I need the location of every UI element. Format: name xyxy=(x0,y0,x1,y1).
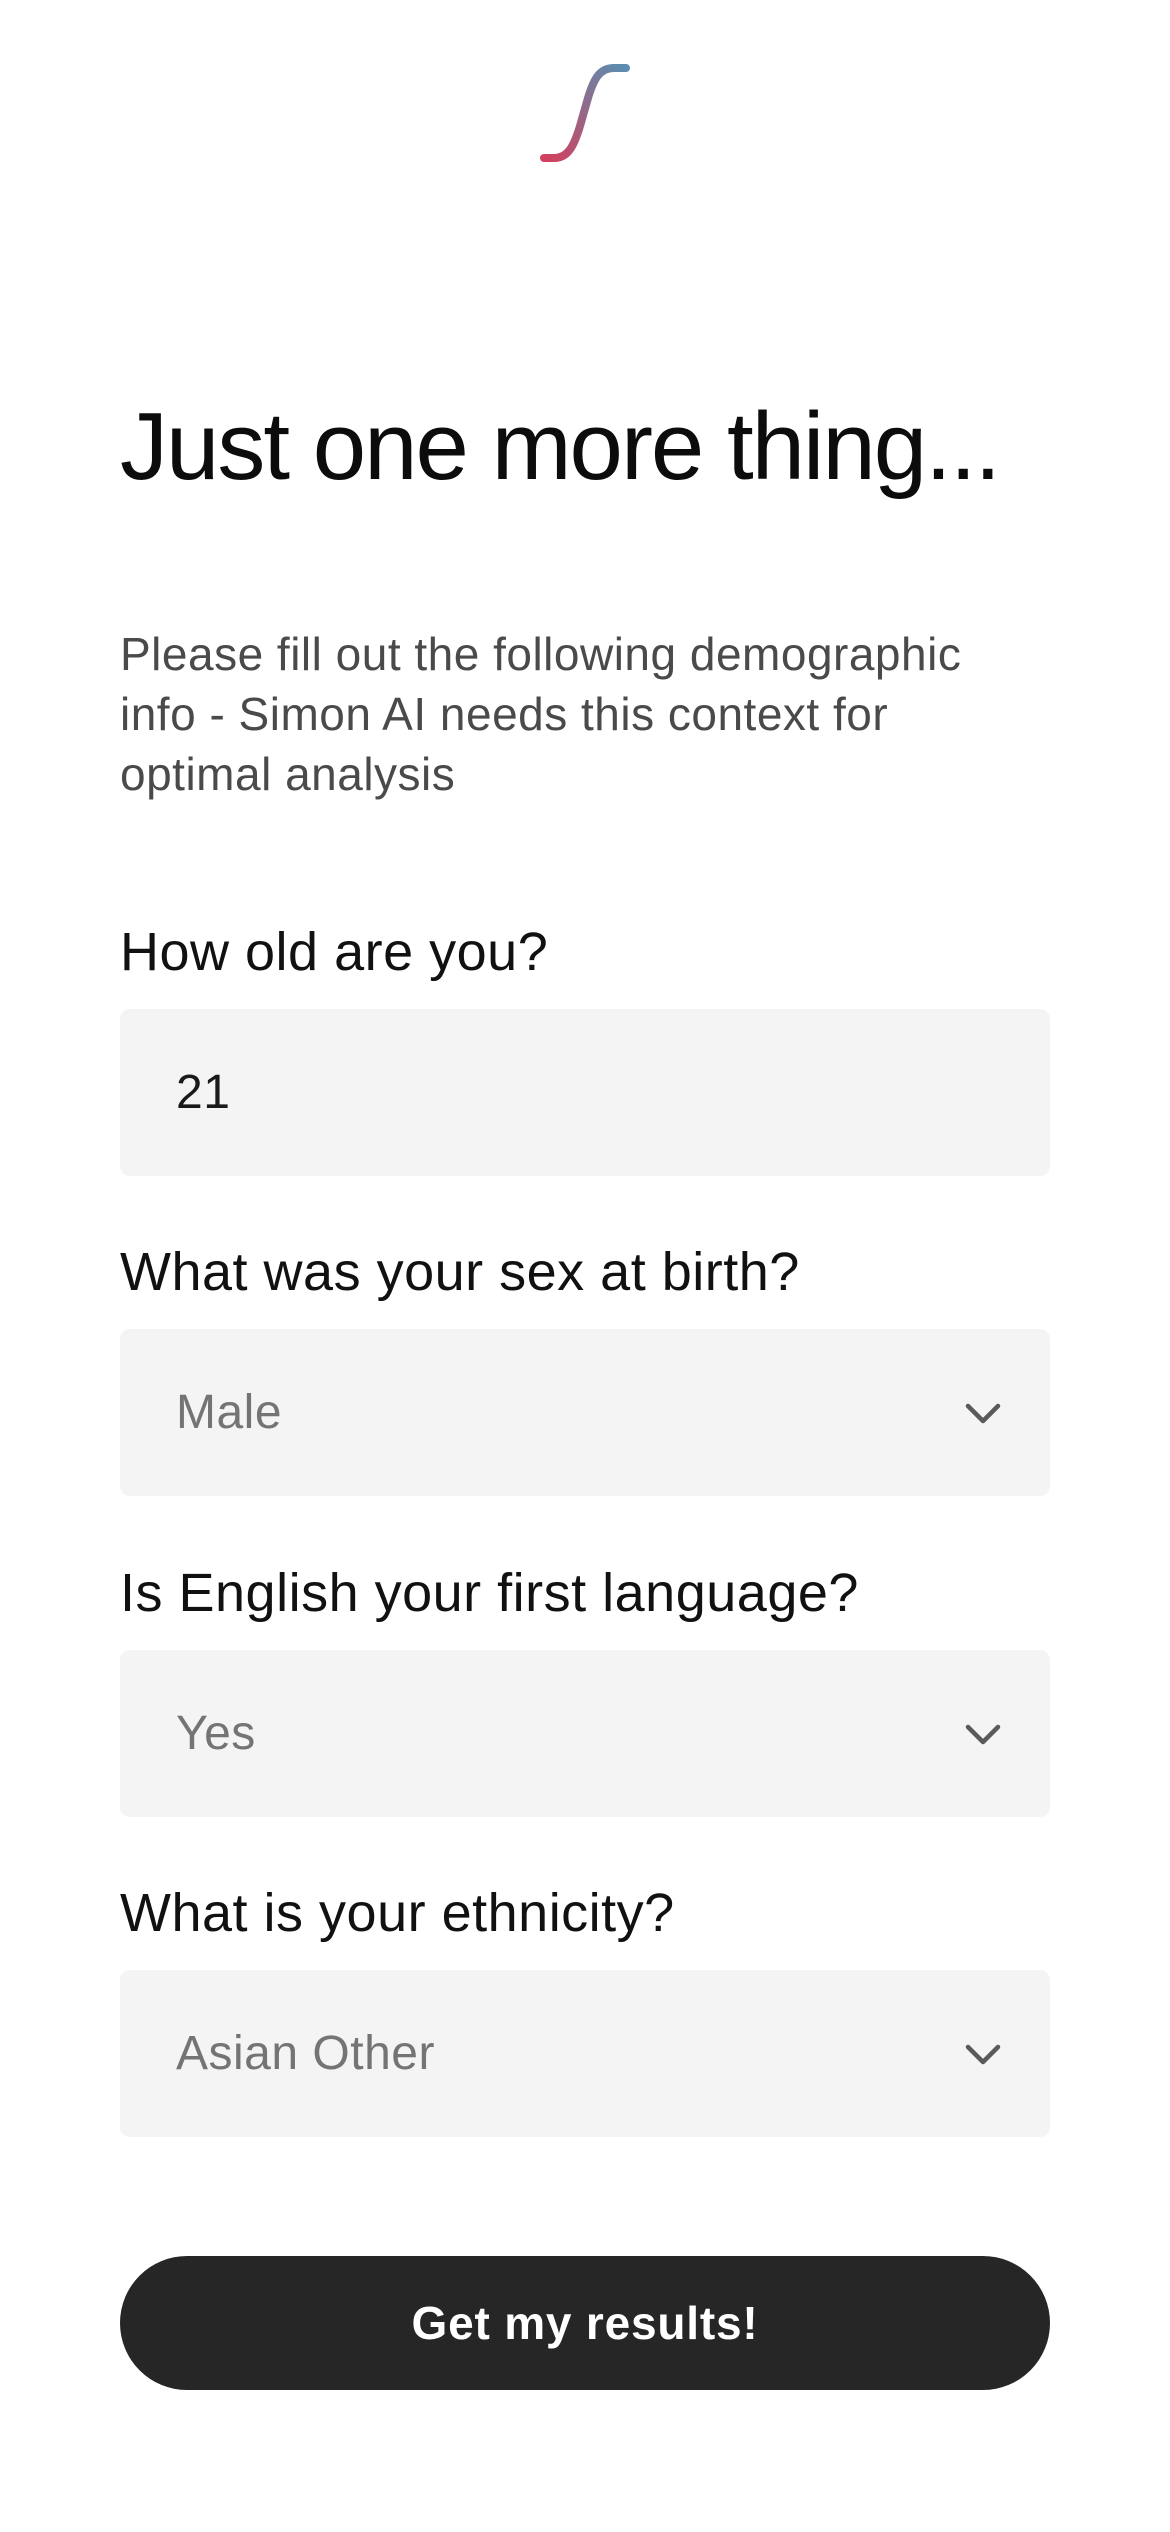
page-subtitle: Please fill out the following demographi… xyxy=(120,628,962,800)
ethnicity-label: What is your ethnicity? xyxy=(120,1883,675,1943)
english-select[interactable]: Yes xyxy=(120,1650,1050,1817)
english-label: Is English your first language? xyxy=(120,1563,859,1623)
sex-label: What was your sex at birth? xyxy=(120,1242,800,1302)
chevron-down-icon xyxy=(965,2044,1001,2065)
ethnicity-select[interactable]: Asian Other xyxy=(120,1970,1050,2137)
age-input[interactable]: 21 xyxy=(120,1009,1050,1176)
sex-select-value: Male xyxy=(176,1386,283,1439)
english-select-value: Yes xyxy=(176,1707,256,1760)
age-input-value: 21 xyxy=(176,1066,231,1119)
get-results-button[interactable]: Get my results! xyxy=(120,2256,1050,2390)
logo-icon xyxy=(540,64,630,162)
chevron-down-icon xyxy=(965,1724,1001,1745)
sex-select[interactable]: Male xyxy=(120,1329,1050,1496)
page-title: Just one more thing... xyxy=(120,393,1001,500)
chevron-down-icon xyxy=(965,1403,1001,1424)
ethnicity-select-value: Asian Other xyxy=(176,2027,435,2080)
age-label: How old are you? xyxy=(120,922,549,982)
